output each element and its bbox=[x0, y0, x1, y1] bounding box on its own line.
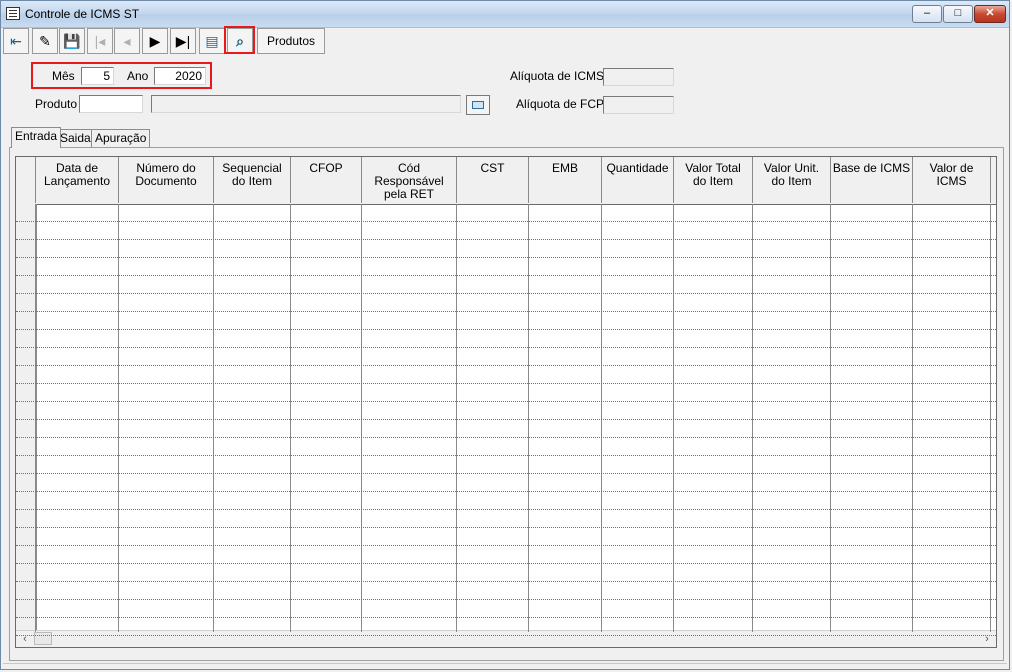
produto-label: Produto bbox=[35, 97, 78, 111]
column-header[interactable]: CFOP bbox=[291, 157, 362, 203]
first-icon: |◂ bbox=[94, 33, 106, 49]
list-icon: ▤ bbox=[205, 33, 219, 49]
list-icon bbox=[472, 101, 484, 109]
table-row[interactable] bbox=[16, 528, 996, 546]
ano-field[interactable]: 2020 bbox=[154, 67, 206, 85]
last-button[interactable]: ▶| bbox=[170, 28, 196, 54]
table-row[interactable] bbox=[16, 474, 996, 492]
table-row[interactable] bbox=[16, 438, 996, 456]
search-button-highlight bbox=[224, 26, 255, 54]
tab-saida[interactable]: Saida bbox=[56, 129, 95, 147]
last-icon: ▶| bbox=[175, 33, 191, 49]
column-header[interactable]: Valor Unit. do Item bbox=[753, 157, 831, 203]
next-icon: ▶ bbox=[149, 33, 161, 49]
column-header[interactable]: Base de ICMS bbox=[831, 157, 913, 203]
aliquota-fcp-label: Alíquota de FCP bbox=[516, 97, 605, 111]
tab-entrada[interactable]: Entrada bbox=[11, 127, 62, 148]
table-row[interactable] bbox=[16, 312, 996, 330]
table-row[interactable] bbox=[16, 582, 996, 600]
toolbar: Produtos ⇤ ✎ 💾 |◂ ◂ ▶ ▶| ▤ ⌕ bbox=[3, 28, 325, 55]
table-row[interactable] bbox=[16, 600, 996, 618]
produto-lookup-button[interactable] bbox=[466, 95, 490, 115]
table-row[interactable] bbox=[16, 204, 996, 222]
aliquota-fcp-field[interactable] bbox=[603, 96, 674, 114]
main-window: Controle de ICMS ST ‒ □ ✕ Produtos ⇤ ✎ 💾 |◂… bbox=[0, 0, 1010, 670]
save-button[interactable]: 💾 bbox=[59, 28, 85, 54]
table-row[interactable] bbox=[16, 564, 996, 582]
table-row[interactable] bbox=[16, 276, 996, 294]
maximize-button[interactable]: □ bbox=[943, 5, 973, 23]
title-bar: Controle de ICMS ST ‒ □ ✕ bbox=[1, 1, 1009, 28]
table-row[interactable] bbox=[16, 294, 996, 312]
table-row[interactable] bbox=[16, 510, 996, 528]
prev-button[interactable]: ◂ bbox=[114, 28, 140, 54]
close-button[interactable]: ✕ bbox=[974, 5, 1006, 23]
window-title: Controle de ICMS ST bbox=[25, 7, 140, 21]
table-row[interactable] bbox=[16, 402, 996, 420]
table-row[interactable] bbox=[16, 348, 996, 366]
app-icon bbox=[6, 7, 20, 20]
table-row[interactable] bbox=[16, 546, 996, 564]
aliquota-icms-label: Alíquota de ICMS bbox=[510, 69, 605, 83]
edit-button[interactable]: ✎ bbox=[32, 28, 58, 54]
column-header[interactable]: Valor de ICMS bbox=[913, 157, 991, 203]
column-header[interactable]: Número do Documento bbox=[119, 157, 214, 203]
table-row[interactable] bbox=[16, 366, 996, 384]
table-row[interactable] bbox=[16, 456, 996, 474]
ano-label: Ano bbox=[127, 69, 149, 83]
column-header[interactable]: Quantidade bbox=[602, 157, 674, 203]
first-button[interactable]: |◂ bbox=[87, 28, 113, 54]
next-button[interactable]: ▶ bbox=[142, 28, 168, 54]
table-row[interactable] bbox=[16, 240, 996, 258]
table-row[interactable] bbox=[16, 384, 996, 402]
column-header[interactable]: Sequencial do Item bbox=[214, 157, 291, 203]
column-header[interactable]: EMB bbox=[529, 157, 602, 203]
table-row[interactable] bbox=[16, 330, 996, 348]
produto-description-field[interactable] bbox=[151, 95, 461, 113]
column-header[interactable]: CST bbox=[457, 157, 529, 203]
exit-button[interactable]: ⇤ bbox=[3, 28, 29, 54]
column-header[interactable]: Cód Responsável pela RET bbox=[362, 157, 457, 203]
column-header[interactable]: Data de Lançamento bbox=[36, 157, 119, 203]
table-row[interactable] bbox=[16, 258, 996, 276]
tab-apuracao[interactable]: Apuração bbox=[91, 129, 151, 147]
mes-label: Mês bbox=[52, 69, 75, 83]
table-row[interactable] bbox=[16, 618, 996, 636]
aliquota-icms-field[interactable] bbox=[603, 68, 674, 86]
produto-code-field[interactable] bbox=[79, 95, 143, 113]
table-row[interactable] bbox=[16, 420, 996, 438]
table-row[interactable] bbox=[16, 222, 996, 240]
produtos-button[interactable]: Produtos bbox=[257, 28, 325, 54]
edit-icon: ✎ bbox=[39, 33, 51, 49]
column-header[interactable]: Valor Total do Item bbox=[674, 157, 753, 203]
status-divider bbox=[3, 663, 1007, 664]
minimize-button[interactable]: ‒ bbox=[912, 5, 942, 23]
prev-icon: ◂ bbox=[123, 33, 131, 49]
grid-header: Data de Lançamento Número do Documento Seq… bbox=[16, 157, 996, 205]
list-button[interactable]: ▤ bbox=[199, 28, 225, 54]
table-row[interactable] bbox=[16, 492, 996, 510]
save-icon: 💾 bbox=[63, 33, 81, 49]
grid-corner bbox=[16, 157, 36, 203]
mes-field[interactable]: 5 bbox=[81, 67, 114, 85]
exit-icon: ⇤ bbox=[10, 33, 22, 49]
data-grid[interactable]: Data de Lançamento Número do Documento Seq… bbox=[15, 156, 997, 648]
